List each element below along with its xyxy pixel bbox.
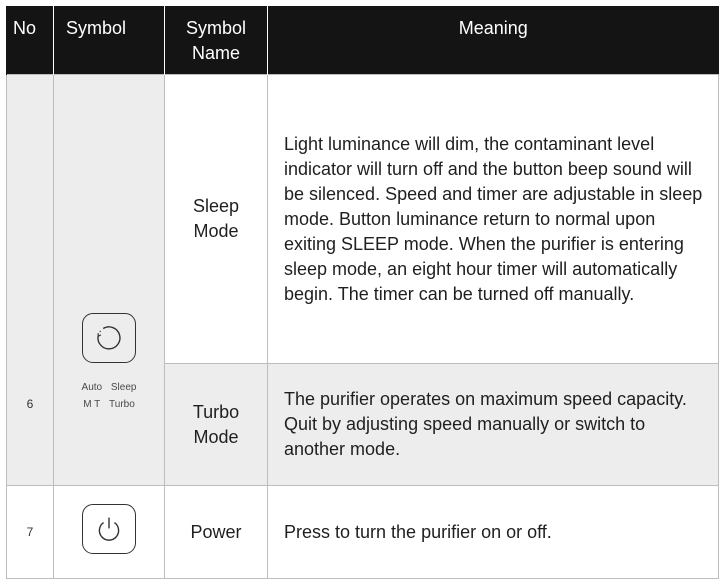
symbol-label: Turbo xyxy=(109,399,135,410)
row-number: 7 xyxy=(6,485,54,579)
row-number: 6 xyxy=(6,74,54,486)
meaning-text: Press to turn the purifier on or off. xyxy=(267,485,719,579)
meaning-text: Light luminance will dim, the contaminan… xyxy=(267,74,719,364)
header-meaning: Meaning xyxy=(267,6,719,75)
symbol-table: No Symbol Symbol Name Meaning 6 Auto Sle… xyxy=(6,6,719,579)
table-header-row: No Symbol Symbol Name Meaning xyxy=(6,6,719,75)
symbol-name: Turbo Mode xyxy=(164,363,268,486)
power-icon xyxy=(82,503,136,554)
table-row: 7 Power Press to turn the purifier on or… xyxy=(6,485,719,579)
header-symbol: Symbol xyxy=(53,6,165,75)
header-symbol-name: Symbol Name xyxy=(164,6,268,75)
symbol-cell xyxy=(53,485,165,579)
symbol-label: Auto xyxy=(81,382,103,393)
meaning-text: The purifier operates on maximum speed c… xyxy=(267,363,719,486)
mode-cycle-icon xyxy=(82,313,136,363)
symbol-cell: Auto Sleep M T Turbo xyxy=(53,74,165,486)
table-row: 6 Auto Sleep M T Turbo Sleep Mode Light … xyxy=(6,74,719,486)
symbol-name: Power xyxy=(164,485,268,579)
symbol-label: Sleep xyxy=(110,382,137,393)
symbol-label: M T xyxy=(83,399,101,410)
header-no: No xyxy=(6,6,54,75)
page: No Symbol Symbol Name Meaning 6 Auto Sle… xyxy=(0,0,721,588)
symbol-mode-labels: Auto Sleep M T Turbo xyxy=(55,379,163,413)
symbol-name: Sleep Mode xyxy=(164,74,268,364)
